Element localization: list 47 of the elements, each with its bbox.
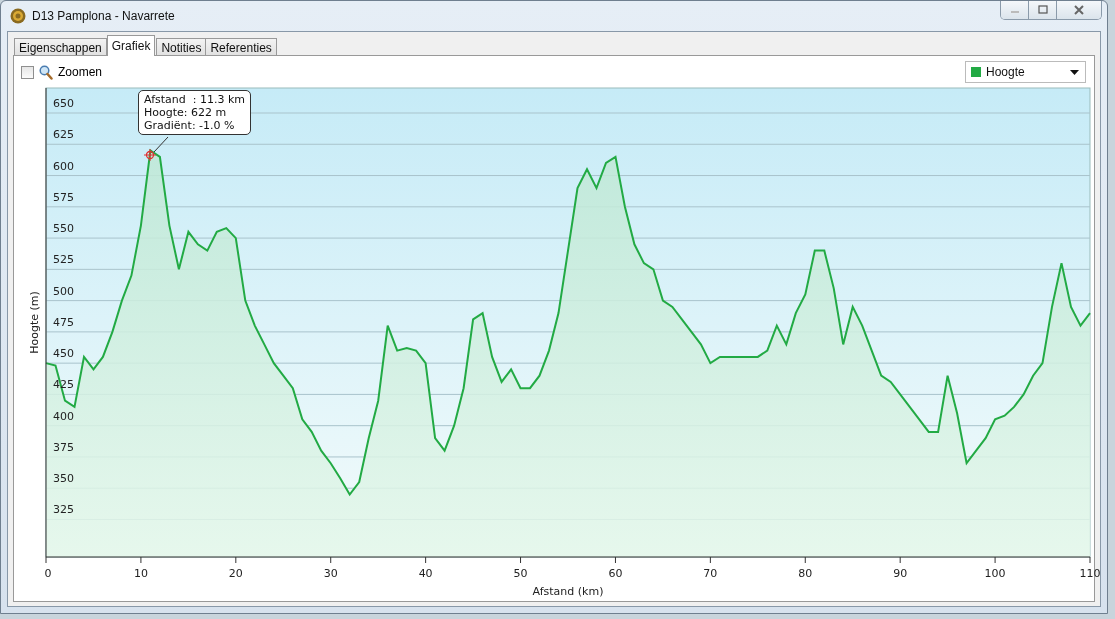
x-tick-label: 10 <box>133 567 148 580</box>
x-tick-label: 90 <box>893 567 908 580</box>
y-tick-label: 375 <box>53 440 74 454</box>
tab[interactable]: Eigenschappen <box>14 38 107 56</box>
y-tick-label: 400 <box>53 409 74 423</box>
y-tick-label: 325 <box>53 503 74 517</box>
y-tick-label: 450 <box>53 347 74 361</box>
x-tick-label: 20 <box>228 567 243 580</box>
close-icon <box>1073 5 1085 15</box>
y-tick-label: 475 <box>53 315 74 329</box>
x-tick-label: 60 <box>608 567 623 580</box>
y-tick-label: 600 <box>53 159 74 173</box>
x-tick-label: 80 <box>798 567 813 580</box>
x-tick-label: 30 <box>323 567 338 580</box>
tab[interactable]: Referenties <box>205 38 277 56</box>
y-tick-label: 525 <box>53 253 74 267</box>
x-tick-label: 110 <box>1079 567 1100 580</box>
tab[interactable]: Notities <box>156 38 207 56</box>
tooltip-text: Afstand : 11.3 km <box>144 93 245 106</box>
y-tick-label: 500 <box>53 284 74 298</box>
x-axis-title: Afstand (km) <box>532 585 604 598</box>
caret-icon <box>1070 69 1079 75</box>
series-dropdown[interactable]: Hoogte <box>965 61 1086 83</box>
minimize-button[interactable] <box>1001 1 1029 19</box>
x-tick-label: 70 <box>703 567 718 580</box>
maximize-icon <box>1037 5 1048 15</box>
zoom-label: Zoomen <box>58 65 103 79</box>
tooltip-text: Hoogte: 622 m <box>144 106 228 119</box>
y-axis-title: Hoogte (m) <box>28 291 41 354</box>
magnifier-icon <box>39 64 53 80</box>
x-tick-label: 0 <box>44 567 52 580</box>
x-tick-label: 50 <box>513 567 528 580</box>
crosshair-icon <box>143 148 157 162</box>
maximize-button[interactable] <box>1029 1 1057 19</box>
x-tick-label: 100 <box>984 567 1006 580</box>
y-tick-label: 650 <box>53 97 74 110</box>
x-tick-label: 40 <box>418 567 433 580</box>
checkbox[interactable] <box>21 65 34 79</box>
y-tick-label: 625 <box>53 128 74 142</box>
tooltip-text: Gradiënt: -1.0 % <box>144 119 236 132</box>
app-icon <box>10 8 26 24</box>
y-tick-label: 575 <box>53 190 74 204</box>
tab[interactable]: Grafiek <box>106 35 156 56</box>
y-tick-label: 350 <box>53 472 74 486</box>
close-button[interactable] <box>1057 1 1101 19</box>
y-tick-label: 550 <box>53 222 74 236</box>
window-title: D13 Pamplona - Navarrete <box>32 9 175 23</box>
